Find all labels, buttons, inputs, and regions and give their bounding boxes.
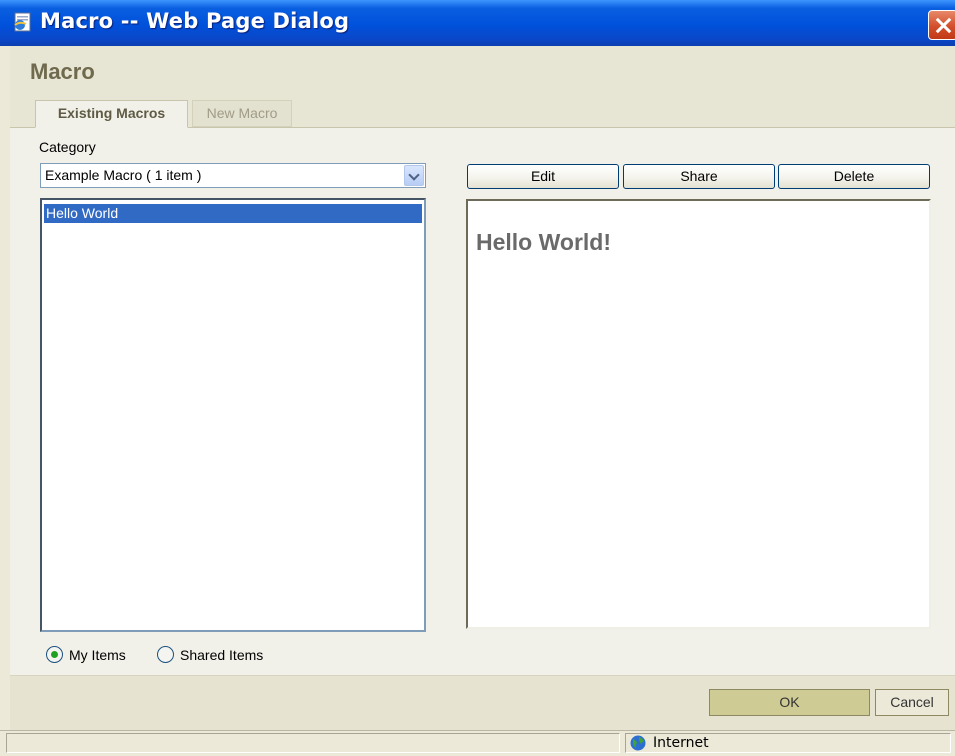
- window-title: Macro -- Web Page Dialog: [40, 9, 350, 33]
- delete-button[interactable]: Delete: [778, 164, 930, 189]
- shared-items-label[interactable]: Shared Items: [180, 647, 263, 663]
- header-band: Macro Existing Macros New Macro: [10, 46, 955, 128]
- macro-list[interactable]: Hello World: [40, 198, 426, 632]
- status-text-pane: [6, 733, 620, 753]
- globe-icon: [630, 735, 646, 751]
- tab-new-macro[interactable]: New Macro: [192, 100, 292, 127]
- list-item[interactable]: Hello World: [44, 204, 422, 223]
- category-select-value: Example Macro ( 1 item ): [45, 167, 202, 183]
- window-title-bar[interactable]: Macro -- Web Page Dialog: [0, 0, 955, 46]
- preview-heading: Hello World!: [476, 229, 612, 255]
- security-zone-label: Internet: [653, 735, 709, 751]
- ie-page-icon: [14, 12, 31, 32]
- cancel-button[interactable]: Cancel: [875, 689, 949, 716]
- page-title: Macro: [30, 59, 95, 84]
- close-icon[interactable]: [928, 10, 955, 40]
- status-bar: Internet: [0, 730, 955, 756]
- my-items-label[interactable]: My Items: [69, 647, 126, 663]
- edit-button[interactable]: Edit: [467, 164, 619, 189]
- dialog-body: Macro Existing Macros New Macro Category…: [10, 46, 955, 731]
- security-zone-pane: Internet: [625, 733, 951, 753]
- shared-items-radio[interactable]: [157, 646, 174, 663]
- my-items-radio[interactable]: [46, 646, 63, 663]
- macro-preview: Hello World!: [466, 199, 931, 629]
- ok-button[interactable]: OK: [709, 689, 870, 716]
- tab-existing-macros[interactable]: Existing Macros: [35, 100, 188, 128]
- category-select[interactable]: Example Macro ( 1 item ): [40, 163, 426, 188]
- category-label: Category: [39, 139, 96, 155]
- chevron-down-icon[interactable]: [404, 165, 424, 186]
- share-button[interactable]: Share: [623, 164, 775, 189]
